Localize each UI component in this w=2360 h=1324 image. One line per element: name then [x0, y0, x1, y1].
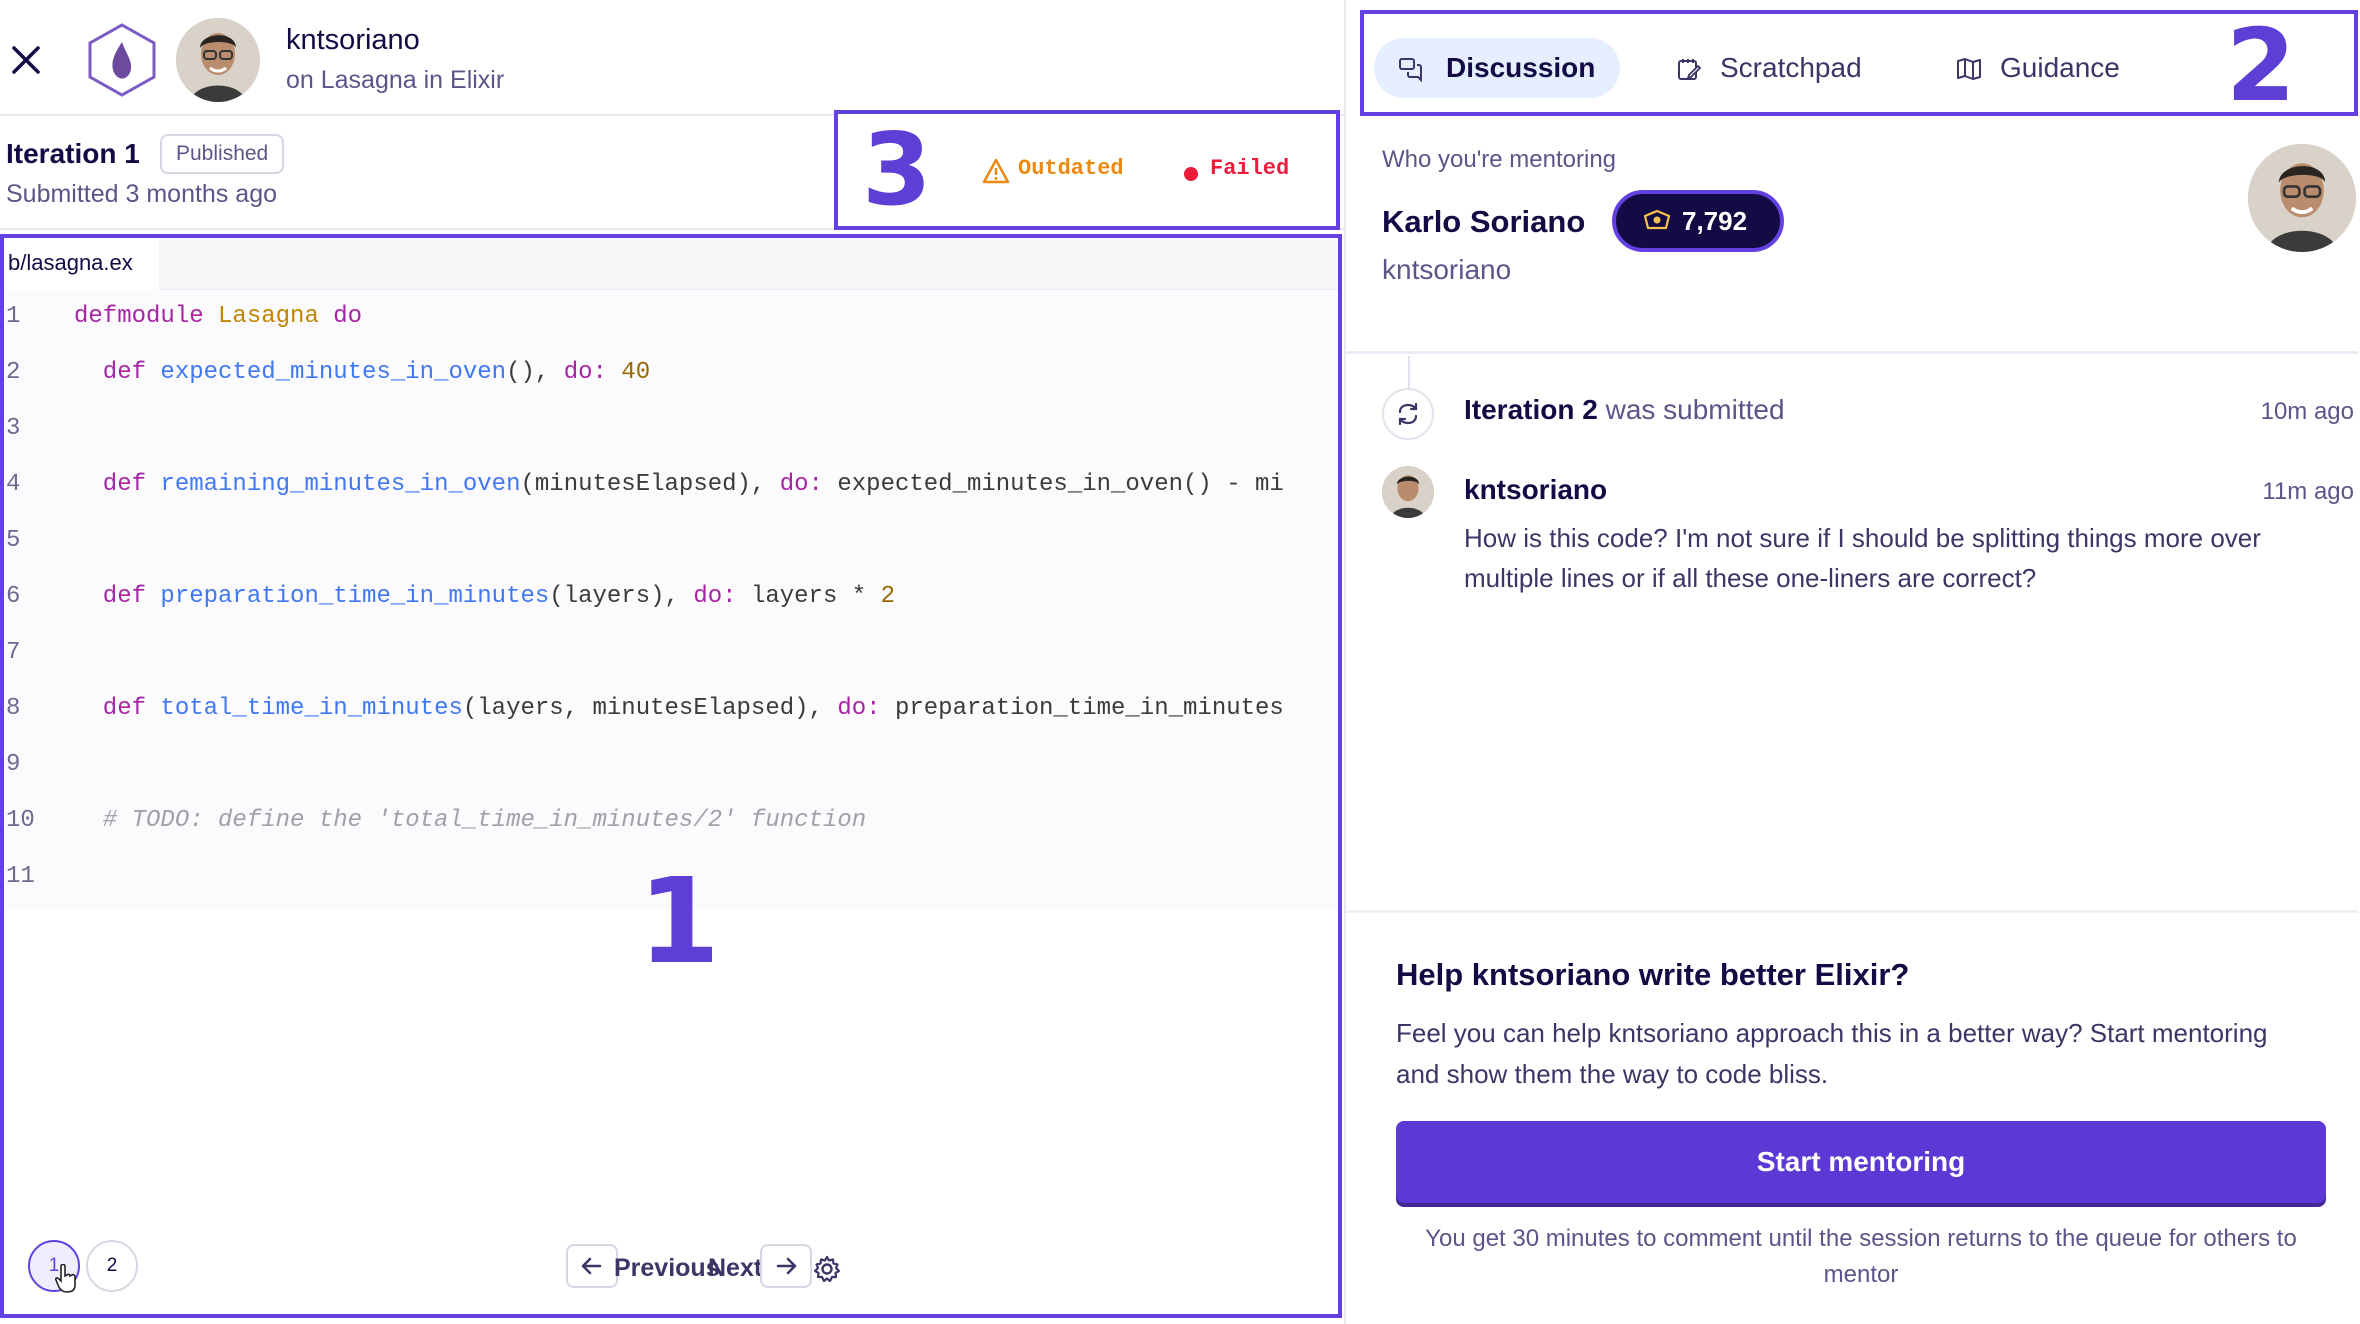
code-text: # TODO: define the 'total_time_in_minute… [74, 807, 867, 834]
file-tab[interactable]: b/lasagna.ex [4, 238, 159, 290]
iteration-event-name: Iteration 2 [1464, 394, 1598, 425]
guidance-icon [1957, 58, 1981, 80]
post-time: 11m ago [2262, 478, 2354, 505]
line-number: 2 [6, 359, 21, 386]
iteration-event-icon [1382, 388, 1434, 440]
reputation-value: 7,792 [1682, 206, 1748, 236]
code-text: def preparation_time_in_minutes(layers),… [74, 583, 895, 610]
line-number: 5 [6, 527, 21, 554]
previous-button[interactable]: Previous [614, 1254, 720, 1283]
file-tabs: b/lasagna.ex [4, 238, 1338, 290]
line-number: 4 [6, 471, 21, 498]
line-number: 3 [6, 415, 21, 442]
code-viewer: b/lasagna.ex 1 defmodule Lasagna do 2 def … [0, 234, 1342, 1318]
arrow-right-icon [776, 1257, 797, 1275]
post-author-avatar [1382, 466, 1434, 518]
who-mentoring-label: Who you're mentoring [1382, 146, 1617, 173]
warning-icon [982, 158, 1010, 184]
line-number: 7 [6, 639, 21, 666]
tab-guidance-label: Guidance [2000, 52, 2120, 83]
elixir-track-icon [86, 22, 158, 98]
mentee-avatar [176, 18, 260, 102]
close-icon[interactable] [6, 40, 46, 80]
mentee-name: Karlo Soriano [1382, 204, 1586, 239]
tab-discussion-label: Discussion [1446, 52, 1596, 83]
tab-scratchpad[interactable]: Scratchpad [1654, 38, 1894, 98]
iteration-event-text: Iteration 2 was submitted [1464, 394, 1785, 426]
code-text: def total_time_in_minutes(layers, minute… [74, 695, 1284, 722]
discussion-icon [1399, 58, 1422, 82]
settings-gear-icon[interactable] [812, 1254, 842, 1284]
failed-status: Failed [1210, 156, 1290, 181]
tab-guidance[interactable]: Guidance [1934, 38, 2164, 98]
published-badge: Published [160, 134, 285, 174]
mentoring-panel: Discussion Scratchpad Guidance 2 Who you… [1344, 0, 2360, 1324]
status-callout: 3 Outdated Failed [834, 110, 1340, 230]
iteration-pager: 1 2 Previous Next [4, 1224, 1338, 1314]
code-text: def expected_minutes_in_oven(), do: 40 [74, 359, 651, 386]
help-title: Help kntsoriano write better Elixir? [1396, 957, 1910, 992]
help-body: Feel you can help kntsoriano approach th… [1396, 1018, 2268, 1089]
code-text: def remaining_minutes_in_oven(minutesEla… [74, 471, 1284, 498]
annotation-label-1: 1 [638, 852, 721, 990]
mentee-large-avatar [2248, 144, 2356, 252]
help-note: You get 30 minutes to comment until the … [1425, 1225, 2297, 1288]
mentee-handle-secondary: kntsoriano [1382, 254, 1512, 285]
arrow-left-icon [581, 1257, 602, 1275]
post-author: kntsoriano [1464, 474, 1608, 505]
line-number: 1 [6, 303, 21, 330]
solution-panel: kntsoriano on Lasagna in Elixir Iteratio… [0, 0, 1344, 1324]
line-number: 6 [6, 583, 21, 610]
previous-arrow-button[interactable] [566, 1244, 618, 1288]
annotation-label-3: 3 [862, 111, 932, 228]
panel-tabs: Discussion Scratchpad Guidance 2 [1360, 10, 2358, 122]
mentor-header: kntsoriano on Lasagna in Elixir [0, 0, 1344, 116]
outdated-status: Outdated [1018, 156, 1124, 181]
submitted-time: Submitted 3 months ago [6, 180, 277, 208]
post-body: How is this code? I'm not sure if I shou… [1464, 523, 2261, 593]
annotation-label-2: 2 [2226, 7, 2296, 124]
next-button[interactable]: Next [708, 1254, 762, 1283]
code-area: 1 defmodule Lasagna do 2 def expected_minu… [4, 290, 1338, 910]
start-mentoring-button[interactable]: Start mentoring [1396, 1121, 2326, 1203]
tab-discussion[interactable]: Discussion [1374, 38, 1620, 98]
scratchpad-icon [1678, 59, 1702, 80]
reputation-icon [1643, 209, 1671, 230]
code-text: defmodule Lasagna do [74, 303, 363, 330]
line-number: 11 [6, 863, 35, 890]
discussion-timeline: Iteration 2 was submitted 10m ago kntsor… [1346, 356, 2358, 906]
next-arrow-button[interactable] [760, 1244, 812, 1288]
line-number: 8 [6, 695, 21, 722]
iteration-event-time: 10m ago [2260, 398, 2354, 425]
line-number: 10 [6, 807, 35, 834]
mentee-summary: Who you're mentoring Karlo Soriano 7,792… [1346, 118, 2358, 354]
reputation-badge: 7,792 [1612, 190, 1784, 252]
exercise-subtitle: on Lasagna in Elixir [286, 66, 505, 94]
line-number: 9 [6, 751, 21, 778]
start-mentoring-card: Help kntsoriano write better Elixir? Fee… [1346, 910, 2358, 1324]
tab-scratchpad-label: Scratchpad [1720, 52, 1862, 83]
hand-cursor-icon [54, 1264, 76, 1293]
iteration-event-rest: was submitted [1597, 394, 1785, 425]
iteration-title: Iteration 1 [6, 138, 140, 169]
failed-dot-icon [1184, 167, 1198, 181]
mentee-handle: kntsoriano [286, 24, 420, 56]
page-button-2[interactable]: 2 [86, 1240, 138, 1292]
